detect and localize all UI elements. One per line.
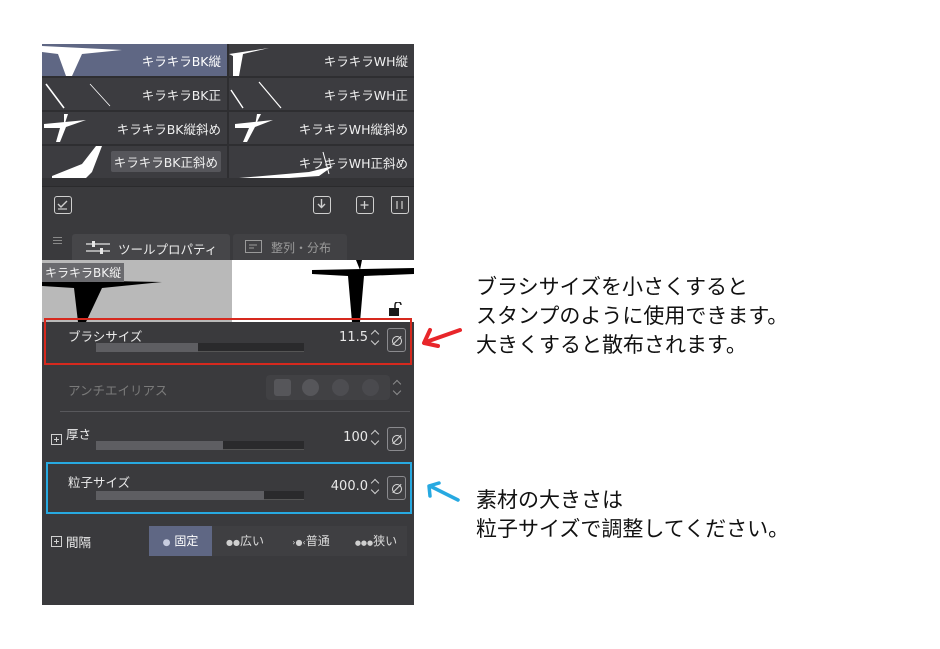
trash-icon[interactable]: [391, 196, 409, 214]
brush-item-label: キラキラBK縦: [141, 54, 221, 69]
brush-item-label: キラキラBK縦斜め: [116, 122, 221, 137]
tab-align-distribute[interactable]: 整列・分布: [233, 234, 347, 260]
brush-stroke-thumbnail: [44, 114, 86, 142]
thickness-label: 厚さ: [66, 427, 92, 442]
annotation-line: 粒子サイズで調整してください。: [476, 517, 790, 541]
slider-fill: [96, 441, 223, 450]
interval-segmented-control: ● 固定 ●●広い ›●‹普通 ●●●狭い: [149, 526, 407, 556]
annotation-line: 素材の大きさは: [476, 488, 623, 512]
interval-label: 間隔: [66, 535, 92, 550]
sub-tool-toolbar: [42, 186, 414, 222]
preview-brush-name: キラキラBK縦: [42, 263, 125, 282]
expand-plus-icon[interactable]: [51, 434, 62, 445]
brush-item-label: キラキラWH縦斜め: [298, 122, 408, 137]
antialias-none-icon[interactable]: [274, 379, 291, 396]
blue-annotation: 素材の大きさは 粒子サイズで調整してください。: [476, 486, 789, 544]
brush-stroke-thumbnail: [235, 114, 273, 142]
brush-item[interactable]: キラキラWH縦斜め: [229, 112, 414, 144]
expand-plus-icon[interactable]: [51, 536, 62, 547]
thickness-value[interactable]: 100: [318, 430, 368, 445]
antialias-weak-icon[interactable]: [302, 379, 319, 396]
brush-list-footer: [42, 178, 414, 186]
interval-option-normal[interactable]: ›●‹普通: [278, 526, 344, 556]
brush-item-label: キラキラWH正斜め: [298, 156, 408, 171]
antialias-label: アンチエイリアス: [68, 383, 168, 398]
antialias-medium-icon[interactable]: [332, 379, 349, 396]
brush-stroke-thumbnail: [42, 46, 122, 76]
brush-item[interactable]: キラキラBK縦斜め: [42, 112, 227, 144]
palette-tab-bar: ツールプロパティ 整列・分布: [42, 224, 414, 260]
antialias-selector[interactable]: [266, 375, 390, 400]
brush-list: キラキラBK縦 キラキラWH縦 キラキラBK正 キラキラWH正 キラキラBK縦斜…: [42, 44, 414, 178]
tab-tool-property[interactable]: ツールプロパティ: [72, 234, 230, 260]
annotation-line: 大きくすると散布されます。: [476, 333, 747, 357]
tab-label: ツールプロパティ: [118, 242, 218, 257]
brush-size-highlight-frame: [44, 318, 412, 365]
interval-option-fixed[interactable]: ● 固定: [149, 526, 212, 556]
brush-item-label: キラキラWH正: [323, 88, 408, 103]
divider: [60, 411, 410, 412]
brush-item[interactable]: キラキラWH正: [229, 78, 414, 110]
brush-settings-icon[interactable]: [54, 196, 72, 214]
blue-arrow-icon: [427, 481, 460, 502]
brush-item-label: キラキラWH縦: [323, 54, 408, 69]
brush-item[interactable]: キラキラBK正: [42, 78, 227, 110]
thickness-spinner-icon[interactable]: [370, 429, 380, 447]
brush-preview: キラキラBK縦: [42, 260, 414, 322]
brush-item-label: キラキラBK正: [141, 88, 221, 103]
annotation-line: スタンプのように使用できます。: [476, 304, 789, 328]
brush-item[interactable]: キラキラBK正斜め: [42, 146, 227, 178]
align-icon: [245, 240, 262, 253]
antialias-spinner-icon[interactable]: [392, 379, 402, 397]
interval-option-wide[interactable]: ●●広い: [213, 526, 277, 556]
interval-option-narrow[interactable]: ●●●狭い: [345, 526, 407, 556]
particle-size-highlight-frame: [46, 462, 412, 514]
red-arrow-icon: [422, 328, 462, 348]
red-annotation: ブラシサイズを小さくすると スタンプのように使用できます。 大きくすると散布され…: [476, 273, 788, 360]
tab-label: 整列・分布: [271, 241, 332, 255]
brush-item[interactable]: キラキラWH縦: [229, 44, 414, 76]
brush-item[interactable]: キラキラBK縦: [42, 44, 227, 76]
sliders-icon: [86, 241, 110, 254]
brush-stroke-thumbnail: [229, 48, 269, 76]
import-icon[interactable]: [313, 196, 331, 214]
brush-item[interactable]: キラキラWH正斜め: [229, 146, 414, 178]
duplicate-icon[interactable]: [356, 196, 374, 214]
menu-icon[interactable]: [53, 236, 62, 245]
thickness-slider[interactable]: [96, 441, 304, 450]
annotation-line: ブラシサイズを小さくすると: [476, 275, 748, 299]
brush-stroke-thumbnail: [52, 146, 102, 178]
brush-item-label: キラキラBK正斜め: [110, 151, 221, 172]
thickness-pressure-button[interactable]: [387, 427, 406, 451]
unlock-icon[interactable]: [388, 302, 402, 316]
antialias-strong-icon[interactable]: [362, 379, 379, 396]
